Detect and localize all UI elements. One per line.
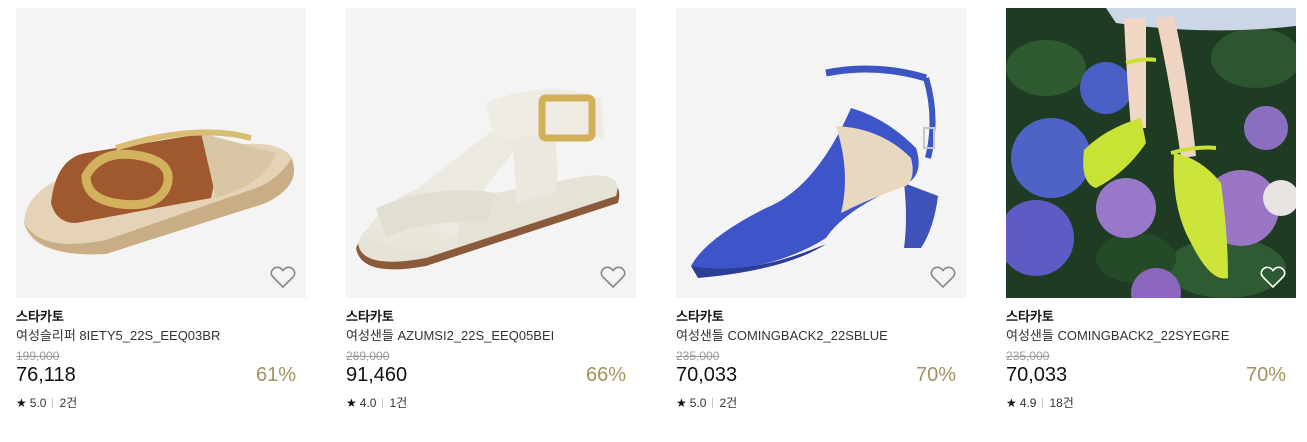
product-image[interactable] bbox=[676, 8, 966, 298]
sale-price: 70,033 bbox=[1006, 364, 1068, 386]
product-image[interactable] bbox=[1006, 8, 1296, 298]
rating-score: 5.0 bbox=[689, 396, 707, 410]
review-count: 18건 bbox=[1049, 396, 1074, 410]
price-row: 70,033 70% bbox=[1006, 363, 1296, 387]
brand-name: 스타카토 bbox=[16, 309, 64, 324]
rating-summary: ★ 4.9 18건 bbox=[1006, 396, 1296, 410]
divider bbox=[52, 398, 54, 408]
review-count: 2건 bbox=[59, 396, 78, 410]
brand-name: 스타카토 bbox=[346, 309, 394, 324]
product-card[interactable]: 스타카토 여성샌들 AZUMSI2_22S_EEQ05BEI 269,000 9… bbox=[346, 8, 636, 410]
wedge-sandal-image bbox=[676, 8, 966, 298]
rating-summary: ★ 4.0 1건 bbox=[346, 396, 636, 410]
strap-sandal-image bbox=[346, 8, 636, 298]
price-row: 91,460 66% bbox=[346, 363, 636, 387]
star-icon: ★ bbox=[346, 396, 357, 410]
product-card[interactable]: 스타카토 여성슬리퍼 8IETY5_22S_EEQ03BR 199,000 76… bbox=[16, 8, 306, 410]
price-row: 76,118 61% bbox=[16, 363, 306, 387]
discount-rate: 70% bbox=[915, 364, 956, 386]
divider bbox=[382, 398, 384, 408]
divider bbox=[1042, 398, 1044, 408]
product-card[interactable]: 스타카토 여성샌들 COMINGBACK2_22SBLUE 235,000 70… bbox=[676, 8, 966, 410]
review-count: 1건 bbox=[389, 396, 408, 410]
original-price: 235,000 bbox=[1006, 349, 1050, 363]
discount-rate: 70% bbox=[1245, 364, 1286, 386]
discount-rate: 66% bbox=[585, 364, 626, 386]
rating-summary: ★ 5.0 2건 bbox=[676, 396, 966, 410]
sale-price: 76,118 bbox=[16, 364, 76, 386]
sale-price: 70,033 bbox=[676, 364, 738, 386]
heart-outline-icon[interactable] bbox=[930, 265, 956, 289]
product-name[interactable]: 여성샌들 COMINGBACK2_22SYEGRE bbox=[1006, 328, 1296, 344]
brand-name: 스타카토 bbox=[676, 309, 724, 324]
divider bbox=[712, 398, 714, 408]
sale-price: 91,460 bbox=[346, 364, 408, 386]
product-grid: 스타카토 여성슬리퍼 8IETY5_22S_EEQ03BR 199,000 76… bbox=[0, 0, 1307, 442]
product-image[interactable] bbox=[346, 8, 636, 298]
discount-rate: 61% bbox=[255, 364, 296, 386]
product-name[interactable]: 여성슬리퍼 8IETY5_22S_EEQ03BR bbox=[16, 328, 306, 344]
heart-outline-icon[interactable] bbox=[270, 265, 296, 289]
rating-score: 5.0 bbox=[29, 396, 47, 410]
star-icon: ★ bbox=[676, 396, 687, 410]
brand-name: 스타카토 bbox=[1006, 309, 1054, 324]
star-icon: ★ bbox=[1006, 396, 1017, 410]
product-card[interactable]: 스타카토 여성샌들 COMINGBACK2_22SYEGRE 235,000 7… bbox=[1006, 8, 1296, 410]
heart-outline-icon[interactable] bbox=[1260, 265, 1286, 289]
rating-summary: ★ 5.0 2건 bbox=[16, 396, 306, 410]
rating-score: 4.9 bbox=[1019, 396, 1037, 410]
original-price: 269,000 bbox=[346, 349, 390, 363]
price-row: 70,033 70% bbox=[676, 363, 966, 387]
review-count: 2건 bbox=[719, 396, 738, 410]
heart-outline-icon[interactable] bbox=[600, 265, 626, 289]
original-price: 235,000 bbox=[676, 349, 720, 363]
product-name[interactable]: 여성샌들 COMINGBACK2_22SBLUE bbox=[676, 328, 966, 344]
slide-sandal-image bbox=[16, 8, 306, 298]
product-name[interactable]: 여성샌들 AZUMSI2_22S_EEQ05BEI bbox=[346, 328, 636, 344]
product-image[interactable] bbox=[16, 8, 306, 298]
rating-score: 4.0 bbox=[359, 396, 377, 410]
original-price: 199,000 bbox=[16, 349, 60, 363]
star-icon: ★ bbox=[16, 396, 27, 410]
hydrangea-photo-image bbox=[1006, 8, 1296, 298]
